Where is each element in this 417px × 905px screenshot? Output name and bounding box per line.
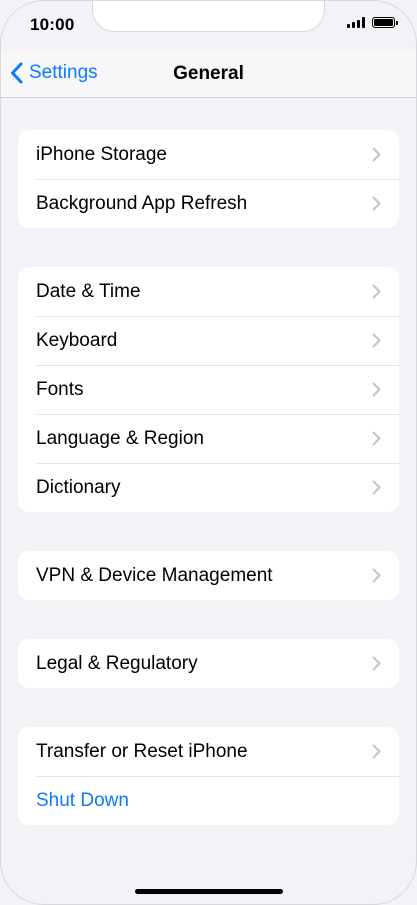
chevron-right-icon (372, 147, 381, 162)
row-iphone-storage[interactable]: iPhone Storage (18, 130, 399, 179)
status-icons (347, 17, 398, 28)
chevron-right-icon (372, 382, 381, 397)
chevron-right-icon (372, 333, 381, 348)
settings-group-legal: Legal & Regulatory (18, 639, 399, 688)
row-keyboard[interactable]: Keyboard (18, 316, 399, 365)
settings-group-vpn: VPN & Device Management (18, 551, 399, 600)
row-legal-regulatory[interactable]: Legal & Regulatory (18, 639, 399, 688)
navigation-bar: Settings General (0, 50, 417, 98)
chevron-right-icon (372, 480, 381, 495)
chevron-right-icon (372, 656, 381, 671)
row-language-region[interactable]: Language & Region (18, 414, 399, 463)
page-title: General (173, 63, 244, 84)
row-label: Date & Time (36, 280, 141, 302)
row-label: Transfer or Reset iPhone (36, 740, 248, 762)
row-label: Background App Refresh (36, 192, 248, 214)
row-label: Shut Down (36, 789, 129, 811)
row-label: Language & Region (36, 427, 204, 449)
chevron-right-icon (372, 744, 381, 759)
chevron-right-icon (372, 196, 381, 211)
row-background-app-refresh[interactable]: Background App Refresh (18, 179, 399, 228)
row-label: Keyboard (36, 329, 118, 351)
row-label: Legal & Regulatory (36, 652, 198, 674)
shut-down-button[interactable]: Shut Down (18, 776, 399, 825)
row-label: Fonts (36, 378, 84, 400)
status-time: 10:00 (30, 15, 75, 34)
status-bar: 10:00 (0, 0, 417, 50)
battery-icon (372, 17, 398, 28)
chevron-right-icon (372, 568, 381, 583)
chevron-right-icon (372, 284, 381, 299)
row-transfer-reset-iphone[interactable]: Transfer or Reset iPhone (18, 727, 399, 776)
settings-group-storage: iPhone Storage Background App Refresh (18, 130, 399, 228)
row-fonts[interactable]: Fonts (18, 365, 399, 414)
row-date-time[interactable]: Date & Time (18, 267, 399, 316)
row-vpn-device-management[interactable]: VPN & Device Management (18, 551, 399, 600)
settings-group-locale: Date & Time Keyboard Fonts Language & Re… (18, 267, 399, 512)
battery-fill (374, 19, 393, 26)
row-label: iPhone Storage (36, 143, 167, 165)
row-dictionary[interactable]: Dictionary (18, 463, 399, 512)
settings-group-reset: Transfer or Reset iPhone Shut Down (18, 727, 399, 825)
chevron-right-icon (372, 431, 381, 446)
cellular-signal-icon (347, 17, 365, 28)
row-label: Dictionary (36, 476, 121, 498)
row-label: VPN & Device Management (36, 564, 273, 586)
home-indicator[interactable] (135, 889, 283, 894)
